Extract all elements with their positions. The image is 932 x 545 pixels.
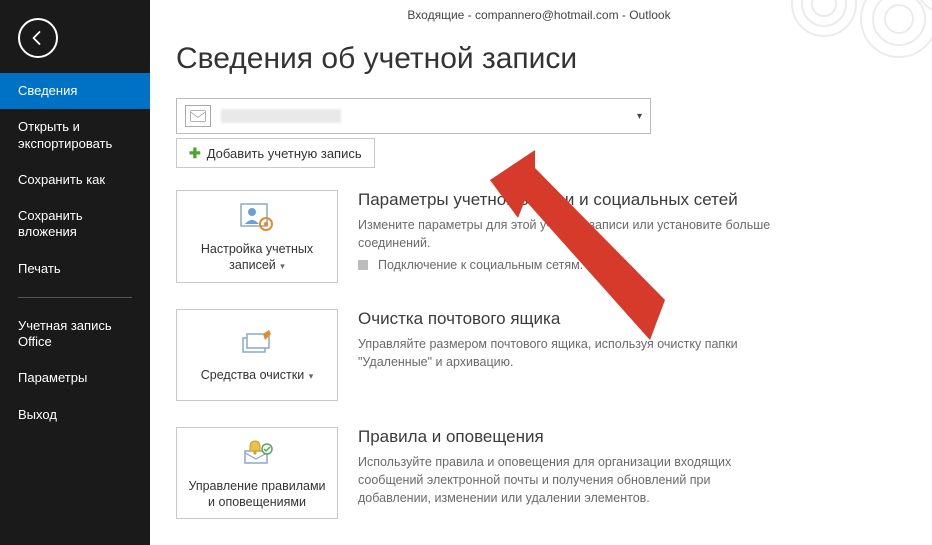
cleanup-tools-button[interactable]: Средства очистки ▾ [176,309,338,401]
sidebar-item-save-as[interactable]: Сохранить как [0,162,150,198]
sidebar-item-exit[interactable]: Выход [0,397,150,433]
bullet-text: Подключение к социальным сетям. [378,258,583,272]
chevron-down-icon: ▾ [306,371,313,381]
mail-account-icon [185,105,211,127]
section-desc: Измените параметры для этой учетной запи… [358,216,786,252]
plus-icon: ✚ [189,145,201,162]
social-connect-link[interactable]: Подключение к социальным сетям. [358,258,786,272]
back-button[interactable] [18,18,58,58]
chevron-down-icon: ▾ [278,261,285,271]
page-title: Сведения об учетной записи [176,42,902,76]
sidebar-item-info[interactable]: Сведения [0,73,150,109]
sidebar-item-open-export[interactable]: Открыть и экспортировать [0,109,150,162]
section-desc: Используйте правила и оповещения для орг… [358,453,786,507]
account-settings-button[interactable]: Настройка учетных записей ▾ [176,190,338,283]
cleanup-tools-label: Средства очистки [201,368,304,382]
sidebar-item-save-attachments[interactable]: Сохранить вложения [0,198,150,251]
account-picker[interactable]: ▾ [176,98,651,134]
section-cleanup: Средства очистки ▾ Очистка почтового ящи… [176,309,786,401]
section-title: Параметры учетной записи и социальных се… [358,190,786,210]
section-desc: Управляйте размером почтового ящика, исп… [358,335,786,371]
app-root: Сведения Открыть и экспортировать Сохран… [0,0,932,545]
backstage-sidebar: Сведения Открыть и экспортировать Сохран… [0,0,150,545]
add-account-label: Добавить учетную запись [207,146,362,161]
sidebar-item-office-account[interactable]: Учетная запись Office [0,308,150,361]
section-title: Очистка почтового ящика [358,309,786,329]
rules-icon [237,438,277,472]
section-rules: Управление правилами и оповещениями Прав… [176,427,786,520]
main-area: Входящие - compannero@hotmail.com - Outl… [150,0,932,545]
arrow-left-icon [29,29,47,47]
chevron-down-icon: ▾ [637,111,642,122]
sidebar-item-options[interactable]: Параметры [0,360,150,396]
sections: Настройка учетных записей ▾ Параметры уч… [176,190,786,519]
person-gear-icon [237,201,277,235]
section-account-settings: Настройка учетных записей ▾ Параметры уч… [176,190,786,283]
bullet-icon [358,260,368,270]
rules-alerts-label: Управление правилами и оповещениями [188,479,325,509]
sidebar-divider [18,297,132,298]
section-title: Правила и оповещения [358,427,786,447]
add-account-button[interactable]: ✚ Добавить учетную запись [176,138,375,168]
account-settings-label: Настройка учетных записей [201,242,313,272]
account-name-redacted [221,109,341,123]
sidebar-item-print[interactable]: Печать [0,251,150,287]
window-title: Входящие - compannero@hotmail.com - Outl… [176,8,902,22]
rules-alerts-button[interactable]: Управление правилами и оповещениями [176,427,338,520]
cleanup-icon [237,327,277,361]
